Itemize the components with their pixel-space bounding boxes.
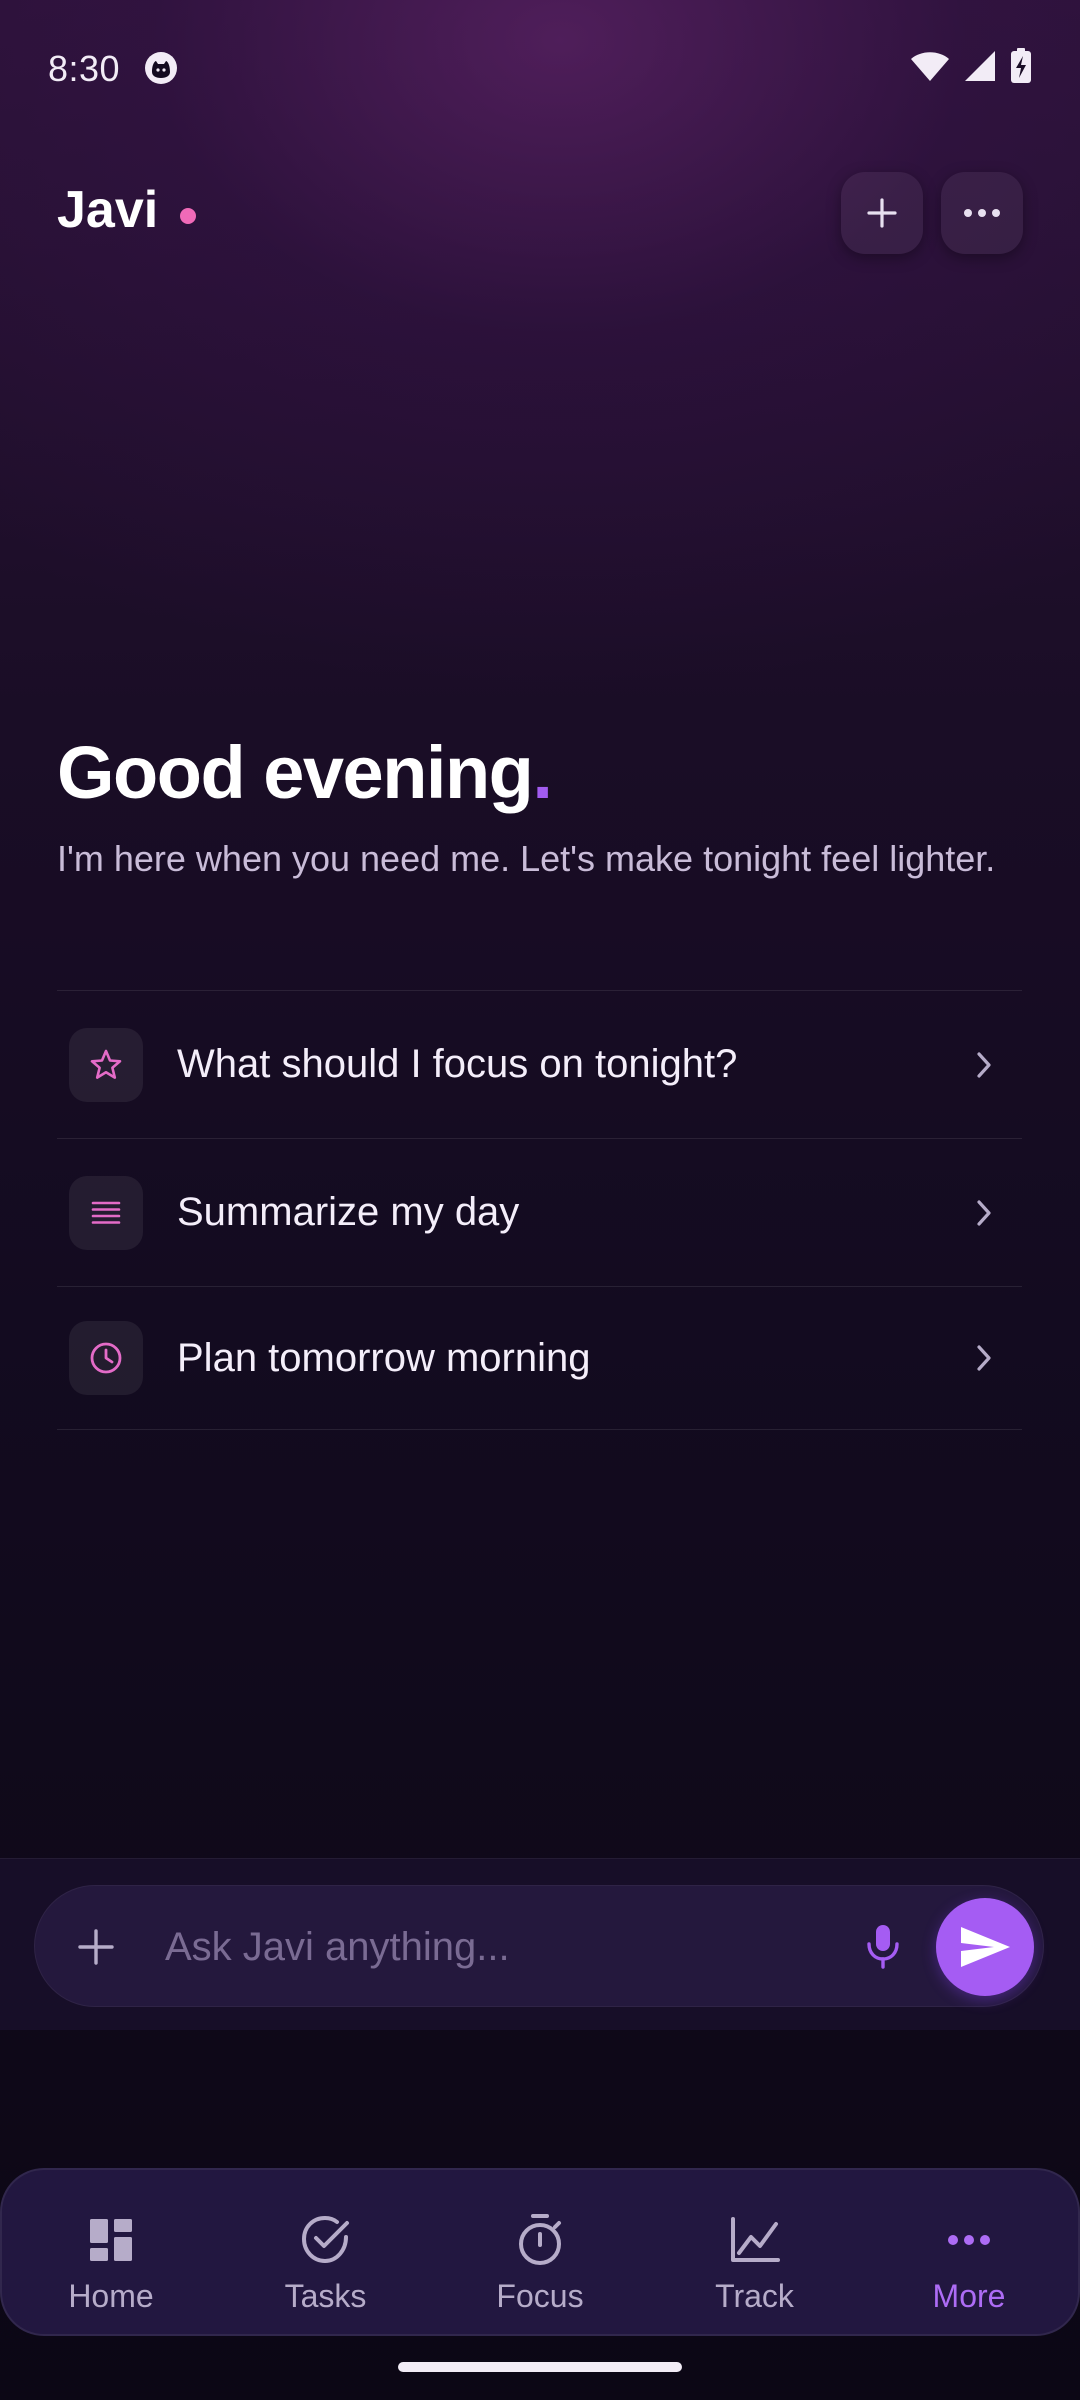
status-bar: 8:30 — [0, 0, 1080, 136]
greeting-subtitle: I'm here when you need me. Let's make to… — [57, 838, 996, 879]
suggestion-focus-tonight[interactable]: What should I focus on tonight? — [57, 991, 1022, 1139]
nav-track[interactable]: Track — [684, 2170, 826, 2334]
app-title: Javi — [57, 181, 159, 239]
signal-icon — [965, 51, 995, 81]
nav-tasks[interactable]: Tasks — [255, 2170, 397, 2334]
nav-label: More — [932, 2278, 1006, 2314]
suggestion-label: Summarize my day — [177, 1190, 520, 1234]
new-chat-button[interactable] — [841, 172, 923, 254]
composer — [34, 1885, 1044, 2007]
more-options-button[interactable] — [941, 172, 1023, 254]
chevron-right-icon — [964, 1193, 1004, 1233]
suggestion-label: What should I focus on tonight? — [177, 1042, 738, 1086]
status-icons — [910, 48, 1032, 84]
send-icon — [961, 1927, 1010, 1967]
voice-input-button[interactable] — [853, 1916, 913, 1976]
nav-label: Track — [715, 2278, 794, 2314]
suggestion-icon-box — [69, 1321, 143, 1395]
more-horizontal-icon — [941, 2212, 997, 2268]
status-dot — [180, 208, 196, 224]
screen: 8:30 Javi Good evening. I'm here when yo… — [0, 0, 1080, 2400]
nav-label: Home — [68, 2278, 154, 2314]
chevron-right-icon — [964, 1045, 1004, 1085]
chart-line-icon — [727, 2212, 783, 2268]
timer-icon — [512, 2212, 568, 2268]
suggestion-icon-box — [69, 1175, 143, 1250]
composer-bar — [0, 1858, 1080, 2030]
greeting-period: . — [532, 731, 553, 814]
message-input[interactable] — [165, 1914, 865, 1980]
suggestion-summarize-day[interactable]: Summarize my day — [57, 1139, 1022, 1287]
greeting-text: Good evening — [57, 731, 534, 814]
status-time: 8:30 — [48, 48, 121, 89]
star-icon — [90, 1049, 122, 1079]
nav-label: Tasks — [284, 2278, 367, 2314]
chevron-right-icon — [964, 1338, 1004, 1378]
clock-icon — [90, 1342, 122, 1374]
nav-label: Focus — [496, 2278, 584, 2314]
nav-home[interactable]: Home — [40, 2170, 182, 2334]
app-header: Javi — [57, 168, 1023, 258]
home-indicator[interactable] — [398, 2362, 682, 2372]
plus-icon — [78, 1929, 114, 1965]
cat-notification-icon — [145, 52, 177, 84]
bottom-navigation: Home Tasks Focus Track More — [0, 2168, 1080, 2336]
suggestion-label: Plan tomorrow morning — [177, 1335, 591, 1380]
attach-button[interactable] — [67, 1918, 125, 1976]
dashboard-icon — [83, 2212, 139, 2268]
suggestion-plan-tomorrow[interactable]: Plan tomorrow morning — [57, 1287, 1022, 1430]
plus-icon — [867, 198, 897, 228]
more-horizontal-icon — [964, 209, 1000, 217]
nav-focus[interactable]: Focus — [469, 2170, 611, 2334]
send-button[interactable] — [936, 1898, 1034, 1996]
wifi-icon — [911, 52, 949, 81]
nav-more[interactable]: More — [898, 2170, 1040, 2334]
greeting-title: Good evening. — [57, 730, 553, 815]
battery-charging-icon — [1011, 48, 1031, 83]
lines-icon — [91, 1201, 121, 1224]
check-circle-icon — [298, 2212, 354, 2268]
suggestion-list: What should I focus on tonight? Summariz… — [57, 990, 1022, 1430]
microphone-icon — [867, 1925, 899, 1969]
suggestion-icon-box — [69, 1027, 143, 1102]
